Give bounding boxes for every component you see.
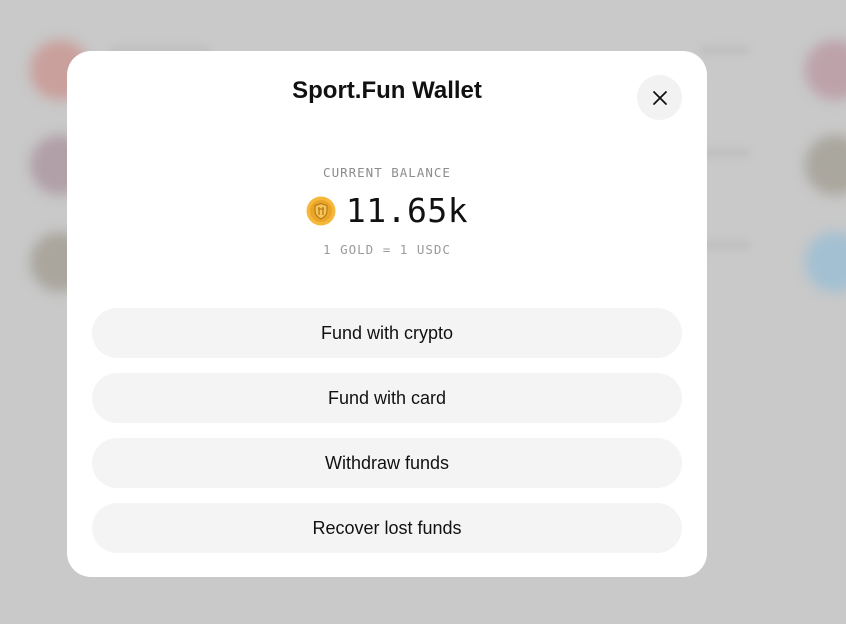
wallet-modal: Sport.Fun Wallet CURRENT BALANCE 11.65k …: [67, 51, 707, 577]
balance-value: 11.65k: [345, 191, 469, 230]
withdraw-funds-button[interactable]: Withdraw funds: [92, 438, 682, 488]
balance-label: CURRENT BALANCE: [323, 165, 451, 180]
gold-coin-icon: [306, 196, 336, 226]
fund-with-card-button[interactable]: Fund with card: [92, 373, 682, 423]
close-button[interactable]: [637, 75, 682, 120]
fund-with-crypto-button[interactable]: Fund with crypto: [92, 308, 682, 358]
balance-display: 11.65k: [67, 191, 707, 230]
recover-lost-funds-button[interactable]: Recover lost funds: [92, 503, 682, 553]
exchange-rate: 1 GOLD = 1 USDC: [323, 242, 451, 257]
wallet-actions: Fund with crypto Fund with card Withdraw…: [92, 308, 682, 568]
modal-title: Sport.Fun Wallet: [292, 77, 482, 104]
close-icon: [652, 90, 668, 106]
